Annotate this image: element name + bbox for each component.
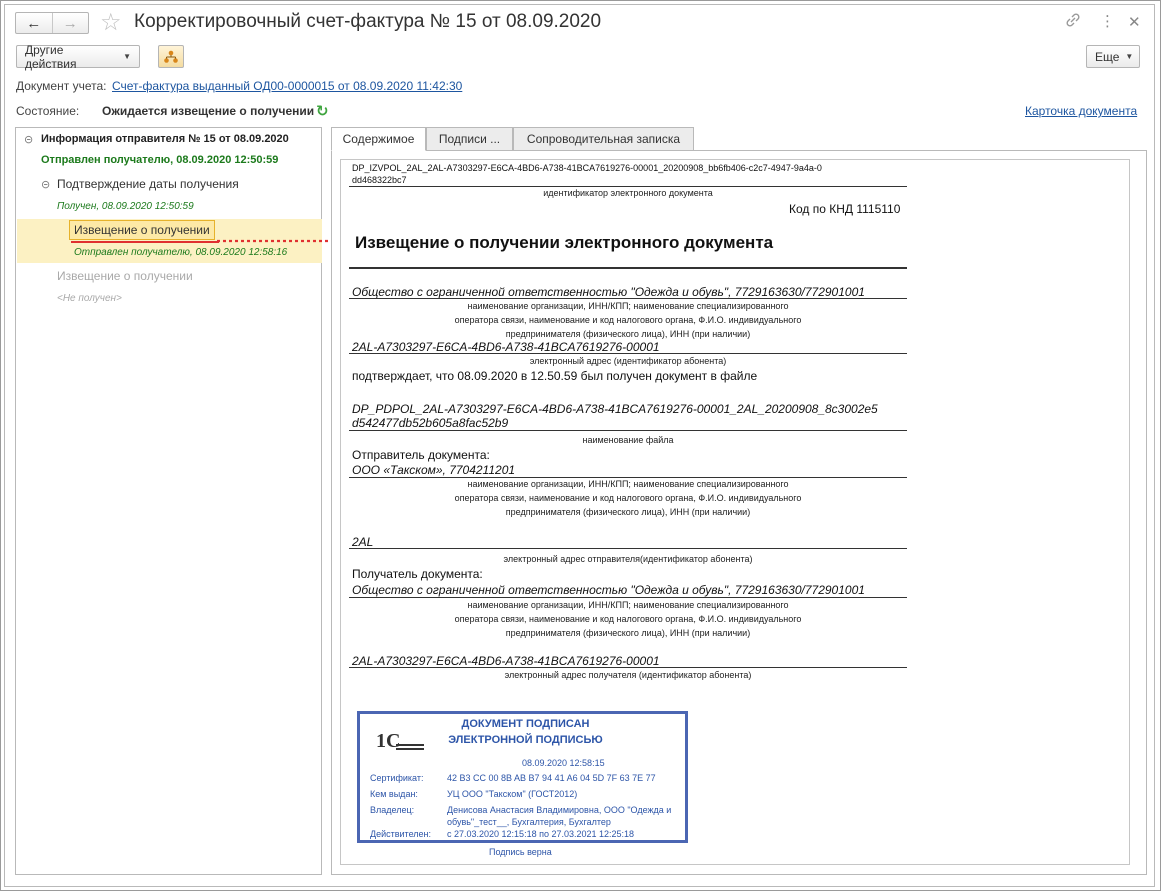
signature-stamp: 1С ДОКУМЕНТ ПОДПИСАН ЭЛЕКТРОННОЙ ПОДПИСЬ… xyxy=(357,711,688,843)
tree-item-confirm[interactable]: Подтверждение даты получения xyxy=(57,177,239,191)
doc-receiver-label: Получатель документа: xyxy=(352,567,483,581)
signature-date: 08.09.2020 12:58:15 xyxy=(522,758,605,768)
document-structure-button[interactable] xyxy=(158,45,184,68)
doc-receiver-address: 2AL-A7303297-E6CA-4BD6-A738-41BCA7619276… xyxy=(352,654,660,668)
account-doc-link[interactable]: Счет-фактура выданный ОД00-0000015 от 08… xyxy=(112,79,462,93)
star-icon[interactable]: ☆ xyxy=(100,8,122,37)
tree-confirm-status: Получен, 08.09.2020 12:50:59 xyxy=(57,201,194,212)
signature-cert-value: 42 B3 CC 00 8B AB B7 94 41 A6 04 5D 7F 6… xyxy=(447,773,656,783)
doc-receiver-caption: наименование организации, ИНН/КПП; наиме… xyxy=(467,600,789,610)
chevron-down-icon: ▼ xyxy=(123,52,131,61)
rule xyxy=(349,548,907,549)
doc-sender: ООО «Такском», 7704211201 xyxy=(352,463,516,477)
document-card-link[interactable]: Карточка документа xyxy=(1025,104,1137,118)
tree-notice1-status: Отправлен получателю, 08.09.2020 12:58:1… xyxy=(74,247,288,258)
tree-item-notice2[interactable]: Извещение о получении xyxy=(57,269,193,283)
doc-sender-label: Отправитель документа: xyxy=(352,448,490,462)
doc-receiver-caption: оператора связи, наименование и код нало… xyxy=(454,614,802,624)
more-button[interactable]: Еще ▼ xyxy=(1086,45,1140,68)
other-actions-label: Другие действия xyxy=(25,42,77,71)
hierarchy-icon xyxy=(164,50,178,63)
signature-issuer-label: Кем выдан: xyxy=(370,789,418,799)
doc-receiver-address-caption: электронный адрес получателя (идентифика… xyxy=(504,670,752,680)
doc-file-line2: d542477db52b605a8fac52b9 xyxy=(352,416,509,430)
chevron-down-icon: ▼ xyxy=(1125,52,1134,61)
doc-file-line1: DP_PDPOL_2AL-A7303297-E6CA-4BD6-A738-41B… xyxy=(352,402,878,416)
refresh-icon[interactable]: ↻ xyxy=(316,102,329,120)
doc-file-caption: наименование файла xyxy=(582,435,674,445)
doc-sender-address: 2AL xyxy=(352,535,374,549)
arrow-left-icon: ← xyxy=(26,14,42,32)
back-button[interactable]: ← xyxy=(16,13,53,33)
rule xyxy=(349,430,907,431)
arrow-right-icon: → xyxy=(62,14,78,32)
doc-org-caption: оператора связи, наименование и код нало… xyxy=(454,315,802,325)
tree-notice2-status: <Не получен> xyxy=(57,293,122,304)
signature-verified: Подпись верна xyxy=(489,847,552,857)
doc-receiver-caption: предпринимателя (физического лица), ИНН … xyxy=(505,628,751,638)
doc-confirms: подтверждает, что 08.09.2020 в 12.50.59 … xyxy=(352,369,758,383)
state-value: Ожидается извещение о получении xyxy=(102,104,315,118)
window-title: Корректировочный счет-фактура № 15 от 08… xyxy=(134,11,602,32)
state-label: Состояние: xyxy=(16,104,80,118)
tab-signatures[interactable]: Подписи ... xyxy=(426,127,513,151)
collapse-icon[interactable]: ⊝ xyxy=(41,178,50,191)
doc-sender-address-caption: электронный адрес отправителя(идентифика… xyxy=(503,554,753,564)
doc-sender-caption: наименование организации, ИНН/КПП; наиме… xyxy=(467,479,789,489)
tab-content[interactable]: Содержимое xyxy=(331,127,426,151)
signature-owner-label: Владелец: xyxy=(370,805,415,815)
signature-valid-label: Действителен: xyxy=(370,829,432,839)
more-label: Еще xyxy=(1095,49,1120,64)
account-doc-label: Документ учета: xyxy=(16,79,107,93)
doc-org: Общество с ограниченной ответственностью… xyxy=(352,285,865,299)
other-actions-button[interactable]: Другие действия ▼ xyxy=(16,42,140,71)
close-icon[interactable]: ✕ xyxy=(1128,13,1141,31)
tree-item-notice-selected[interactable]: Извещение о получении xyxy=(69,220,215,240)
signature-owner-value: Денисова Анастасия Владимировна, ООО "Од… xyxy=(447,805,672,815)
nav-buttons: ← → xyxy=(15,12,89,34)
doc-id-line1: DP_IZVPOL_2AL_2AL-A7303297-E6CA-4BD6-A73… xyxy=(352,163,822,173)
doc-org-caption: наименование организации, ИНН/КПП; наиме… xyxy=(467,301,789,311)
doc-id-caption: идентификатор электронного документа xyxy=(543,188,713,198)
doc-sender-caption: предпринимателя (физического лица), ИНН … xyxy=(505,507,751,517)
forward-button[interactable]: → xyxy=(53,13,89,33)
signature-title: ДОКУМЕНТ ПОДПИСАН xyxy=(461,718,590,730)
tree-root-status: Отправлен получателю, 08.09.2020 12:50:5… xyxy=(41,154,279,166)
signature-title: ЭЛЕКТРОННОЙ ПОДПИСЬЮ xyxy=(448,734,603,746)
doc-id-line2: dd468322bc7 xyxy=(352,175,407,185)
annotation-underline xyxy=(71,241,219,243)
signature-cert-label: Сертификат: xyxy=(370,773,424,783)
link-icon[interactable] xyxy=(1065,12,1081,32)
doc-address-caption: электронный адрес (идентификатор абонент… xyxy=(529,356,727,366)
knd-code: Код по КНД 1115110 xyxy=(789,202,901,216)
signature-valid-value: с 27.03.2020 12:15:18 по 27.03.2021 12:2… xyxy=(447,829,635,839)
signature-issuer-value: УЦ ООО "Такском" (ГОСТ2012) xyxy=(447,789,578,799)
tab-cover-note[interactable]: Сопроводительная записка xyxy=(513,127,694,151)
kebab-menu-icon[interactable]: ⋮ xyxy=(1100,12,1115,30)
doc-heading: Извещение о получении электронного докум… xyxy=(355,233,774,252)
tree-item-root[interactable]: Информация отправителя № 15 от 08.09.202… xyxy=(41,133,289,145)
doc-address: 2AL-A7303297-E6CA-4BD6-A738-41BCA7619276… xyxy=(352,340,660,354)
collapse-icon[interactable]: ⊝ xyxy=(24,133,33,146)
doc-receiver: Общество с ограниченной ответственностью… xyxy=(352,583,865,597)
rule xyxy=(349,267,907,269)
signature-owner-value: обувь"_тест__, Бухгалтерия, Бухгалтер xyxy=(447,817,611,827)
doc-sender-caption: оператора связи, наименование и код нало… xyxy=(454,493,802,503)
